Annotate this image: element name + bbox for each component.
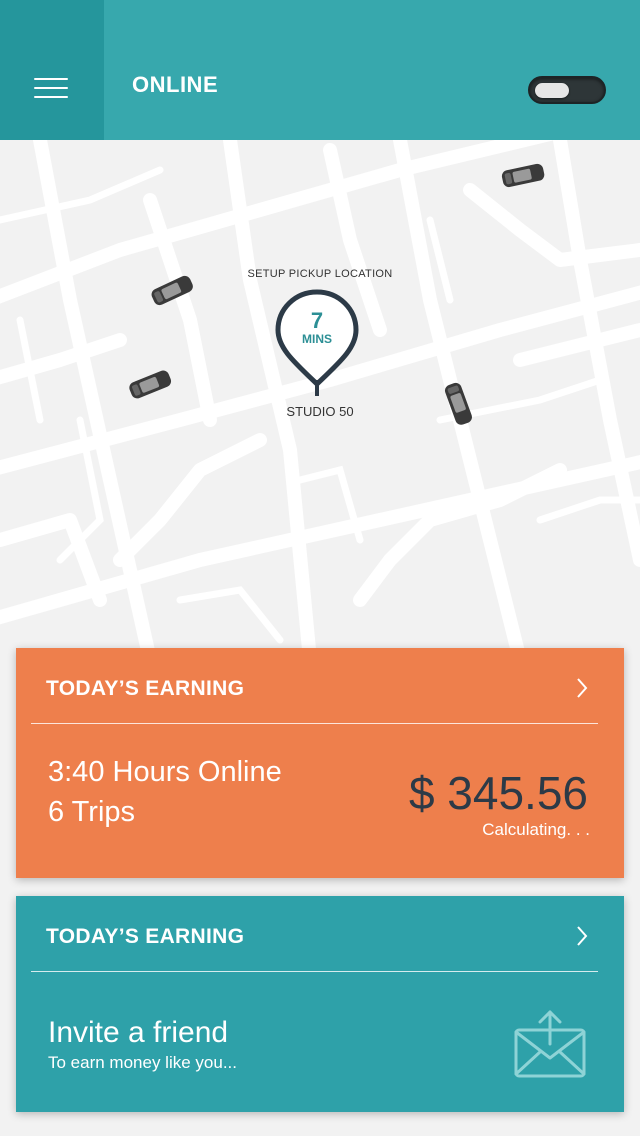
- invite-card-header[interactable]: TODAY’S EARNING: [16, 896, 624, 972]
- divider: [31, 723, 598, 724]
- pickup-label: SETUP PICKUP LOCATION: [247, 268, 393, 280]
- hours-online: 3:40 Hours Online: [48, 756, 282, 788]
- trips-count: 6 Trips: [48, 796, 136, 828]
- eta-unit: MINS: [302, 332, 332, 346]
- car-icon: [444, 382, 472, 425]
- earning-card: TODAY’S EARNING 3:40 Hours Online 6 Trip…: [16, 648, 624, 878]
- earning-amount: $ 345.56: [408, 767, 588, 819]
- pickup-place-name: STUDIO 50: [286, 404, 354, 419]
- earning-status: Calculating. . .: [482, 820, 590, 839]
- car-icon: [151, 275, 193, 306]
- menu-button[interactable]: [0, 0, 104, 140]
- status-title: ONLINE: [132, 72, 219, 97]
- earning-card-header[interactable]: TODAY’S EARNING: [16, 648, 624, 724]
- chevron-right-icon: [577, 678, 588, 698]
- online-toggle[interactable]: [528, 76, 606, 104]
- divider: [31, 971, 598, 972]
- share-mail-icon[interactable]: [512, 1008, 588, 1080]
- invite-card: TODAY’S EARNING Invite a friend To earn …: [16, 896, 624, 1112]
- invite-card-title: TODAY’S EARNING: [46, 925, 245, 948]
- chevron-right-icon: [577, 926, 588, 946]
- invite-subtitle: To earn money like you...: [48, 1053, 237, 1072]
- pickup-pin[interactable]: 7 MINS: [272, 288, 362, 400]
- invite-title: Invite a friend: [48, 1016, 229, 1049]
- car-icon: [501, 163, 545, 188]
- car-icon: [129, 370, 172, 399]
- earning-card-title: TODAY’S EARNING: [46, 677, 245, 700]
- eta-value: 7: [310, 308, 324, 333]
- app-header: ONLINE: [0, 0, 640, 140]
- toggle-knob: [535, 83, 569, 98]
